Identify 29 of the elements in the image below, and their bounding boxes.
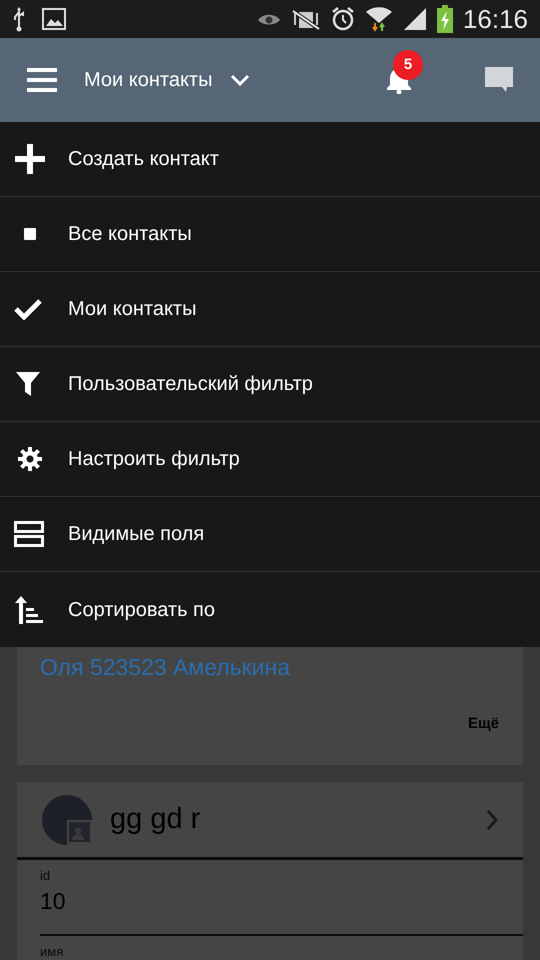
notification-badge: 5: [393, 50, 423, 80]
avatar-icon: [42, 794, 92, 844]
menu-item[interactable]: Пользовательский фильтр: [0, 347, 540, 422]
chat-icon[interactable]: [485, 67, 513, 93]
clock: 16:16: [462, 6, 528, 32]
plus-icon: [14, 143, 46, 175]
gear-icon: [18, 447, 42, 471]
menu-item[interactable]: Мои контакты: [0, 272, 540, 347]
chevron-down-icon: [230, 74, 250, 86]
wifi-icon: [364, 5, 393, 33]
menu-item[interactable]: Настроить фильтр: [0, 422, 540, 497]
usb-icon: [12, 6, 26, 32]
signal-icon: [402, 7, 427, 31]
alarm-icon: [330, 6, 355, 32]
title-dropdown[interactable]: Мои контакты: [84, 65, 250, 95]
menu-item[interactable]: Все контакты: [0, 197, 540, 272]
menu-item[interactable]: Видимые поля: [0, 497, 540, 572]
field-label: имя: [40, 944, 64, 960]
vibrate-mute-icon: [290, 7, 321, 31]
field-value: 10: [40, 887, 66, 916]
filter-icon: [14, 370, 42, 398]
field-label: id: [40, 868, 50, 884]
menu-icon[interactable]: [27, 67, 57, 93]
battery-icon: [436, 5, 453, 33]
image-icon: [42, 8, 66, 30]
menu-item[interactable]: Создать контакт: [0, 122, 540, 197]
sort-icon: [14, 594, 44, 624]
menu-item[interactable]: Сортировать по: [0, 572, 540, 647]
rows-icon: [14, 521, 44, 547]
